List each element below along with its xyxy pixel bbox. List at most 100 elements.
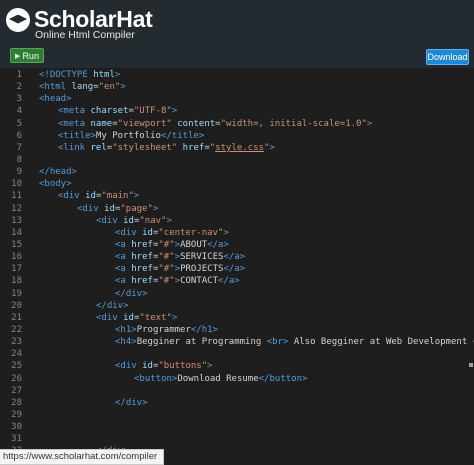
code-line[interactable]: 6 <title>My Portfolio</title> bbox=[0, 130, 474, 142]
code-line[interactable]: 2 <html lang="en"> bbox=[0, 81, 474, 93]
line-number: 31 bbox=[11, 434, 22, 445]
code-token-tag: </div> bbox=[115, 288, 148, 299]
app-header: ScholarHat Online Html Compiler ▶ Run Do… bbox=[0, 0, 474, 68]
code-token-attr: href bbox=[131, 252, 153, 263]
code-line[interactable]: 27 bbox=[0, 385, 474, 397]
code-token-tag: <button> bbox=[134, 373, 178, 384]
code-token-attr: content bbox=[177, 118, 216, 129]
code-line[interactable]: 9 </head> bbox=[0, 166, 474, 178]
code-token-attr: id bbox=[104, 203, 115, 214]
code-line[interactable]: 29 bbox=[0, 409, 474, 421]
code-token-attr: id bbox=[123, 215, 134, 226]
code-line[interactable]: 24 bbox=[0, 348, 474, 360]
code-token-tag: <body> bbox=[39, 179, 72, 190]
code-token-text: ABOUT bbox=[180, 239, 208, 250]
code-token-str: "nav" bbox=[139, 215, 167, 226]
code-line[interactable]: 12 <div id="page"> bbox=[0, 203, 474, 215]
line-number: 7 bbox=[16, 142, 22, 153]
code-line[interactable]: 7 <link rel="stylesheet" href="style.css"… bbox=[0, 142, 474, 154]
line-number: 15 bbox=[11, 239, 22, 250]
code-line[interactable]: 14 <div id="center-nav"> bbox=[0, 227, 474, 239]
code-line[interactable]: 28 </div> bbox=[0, 397, 474, 409]
run-label: Run bbox=[22, 50, 39, 61]
code-token-tag: <div bbox=[96, 312, 124, 323]
code-line[interactable]: 19 </div> bbox=[0, 288, 474, 300]
code-token-str: "#" bbox=[158, 276, 175, 287]
code-line[interactable]: 20 </div> bbox=[0, 300, 474, 312]
line-number: 1 bbox=[16, 70, 22, 80]
code-token-tag: > bbox=[223, 227, 229, 238]
code-token-tag: <link bbox=[58, 142, 91, 153]
code-text: <div id="buttons"> bbox=[115, 360, 213, 372]
line-number: 18 bbox=[11, 276, 22, 287]
code-token-tag: </a> bbox=[207, 239, 229, 250]
code-token-tag: > bbox=[166, 215, 172, 226]
download-button[interactable]: Download bbox=[426, 49, 469, 65]
line-number: 17 bbox=[11, 264, 22, 275]
code-token-tag: </a> bbox=[218, 276, 240, 287]
code-token-tag: </a> bbox=[223, 264, 246, 275]
code-line[interactable]: 3 <head> bbox=[0, 93, 474, 105]
code-line[interactable]: 26 <button>Download Resume</button> bbox=[0, 373, 474, 385]
code-line[interactable]: 18 <a href="#">CONTACT</a> bbox=[0, 275, 474, 287]
code-line[interactable]: 1 <!DOCTYPE html> bbox=[0, 69, 474, 81]
code-token-text: Programmer bbox=[136, 324, 191, 335]
code-text: <a href="#">CONTACT</a> bbox=[115, 275, 240, 287]
line-number: 21 bbox=[11, 312, 22, 323]
code-token-attr: rel bbox=[90, 142, 107, 153]
code-line[interactable]: 16 <a href="#">SERVICES</a> bbox=[0, 251, 474, 263]
code-token-str: "main" bbox=[101, 191, 134, 202]
line-number: 16 bbox=[11, 252, 22, 263]
code-token-str: "en" bbox=[98, 82, 121, 93]
code-text: <h4>Begginer at Programming <br> Also Be… bbox=[115, 336, 474, 348]
code-line[interactable]: 13 <div id="nav"> bbox=[0, 215, 474, 227]
run-button[interactable]: ▶ Run bbox=[10, 48, 44, 63]
scrollbar-marker[interactable] bbox=[469, 363, 473, 367]
code-token-tag: > bbox=[133, 191, 140, 202]
code-text: </div> bbox=[96, 300, 129, 312]
code-text: <link rel="stylesheet" href="style.css"> bbox=[58, 142, 275, 154]
code-line[interactable]: 10 <body> bbox=[0, 178, 474, 190]
code-line[interactable]: 11 <div id="main"> bbox=[0, 190, 474, 202]
line-number: 29 bbox=[11, 409, 22, 420]
code-token-tag: <div bbox=[77, 203, 105, 214]
code-line[interactable]: 22 <h1>Programmer</h1> bbox=[0, 324, 474, 336]
code-line[interactable]: 25 <div id="buttons"> bbox=[0, 360, 474, 372]
line-number: 27 bbox=[11, 385, 22, 396]
code-line[interactable]: 23 <h4>Begginer at Programming <br> Also … bbox=[0, 336, 474, 348]
code-line[interactable]: 30 bbox=[0, 421, 474, 433]
code-token-tag: </div> bbox=[115, 397, 148, 408]
code-line[interactable]: 8 bbox=[0, 154, 474, 166]
line-number: 12 bbox=[11, 203, 22, 214]
code-line[interactable]: 4 <meta charset="UTF-8"> bbox=[0, 105, 474, 117]
code-token-attr: href bbox=[182, 142, 205, 153]
code-token-str: "viewport" bbox=[117, 118, 172, 129]
code-text: <h1>Programmer</h1> bbox=[115, 324, 218, 336]
play-icon: ▶ bbox=[15, 52, 21, 60]
code-token-tag: <meta bbox=[58, 118, 91, 129]
code-line[interactable]: 17 <a href="#">PROJECTS</a> bbox=[0, 263, 474, 275]
code-token-str: "width=, initial-scale=1.0" bbox=[220, 118, 367, 129]
code-text: <meta name="viewport" content="width=, i… bbox=[58, 118, 372, 130]
code-token-tag: </title> bbox=[160, 130, 205, 141]
code-token-attr: href bbox=[131, 276, 153, 287]
code-line[interactable]: 21 <div id="text"> bbox=[0, 312, 474, 324]
code-token-attr: id bbox=[123, 312, 134, 323]
code-line[interactable]: 5 <meta name="viewport" content="width=, … bbox=[0, 118, 474, 130]
code-token-text: Begginer at Programming bbox=[136, 337, 267, 348]
code-line[interactable]: 31 bbox=[0, 433, 474, 445]
code-token-tag: </button> bbox=[258, 373, 308, 384]
code-text: <title>My Portfolio</title> bbox=[58, 130, 204, 142]
code-text: <body> bbox=[39, 178, 72, 190]
code-editor[interactable]: 1 <!DOCTYPE html> 2 <html lang="en"> 3 <head>… bbox=[0, 68, 474, 465]
code-area[interactable]: 1 <!DOCTYPE html> 2 <html lang="en"> 3 <head>… bbox=[0, 69, 474, 458]
line-number: 11 bbox=[11, 191, 22, 202]
code-token-tag: </h1> bbox=[190, 324, 218, 335]
code-token-tag: > bbox=[269, 142, 275, 153]
line-number: 3 bbox=[16, 94, 22, 105]
code-token-tag: </head> bbox=[39, 167, 77, 178]
code-token-tag: > bbox=[171, 312, 178, 323]
code-token-str: "center-nav" bbox=[158, 227, 224, 238]
code-line[interactable]: 15 <a href="#">ABOUT</a> bbox=[0, 239, 474, 251]
code-token-tag: </a> bbox=[223, 252, 246, 263]
